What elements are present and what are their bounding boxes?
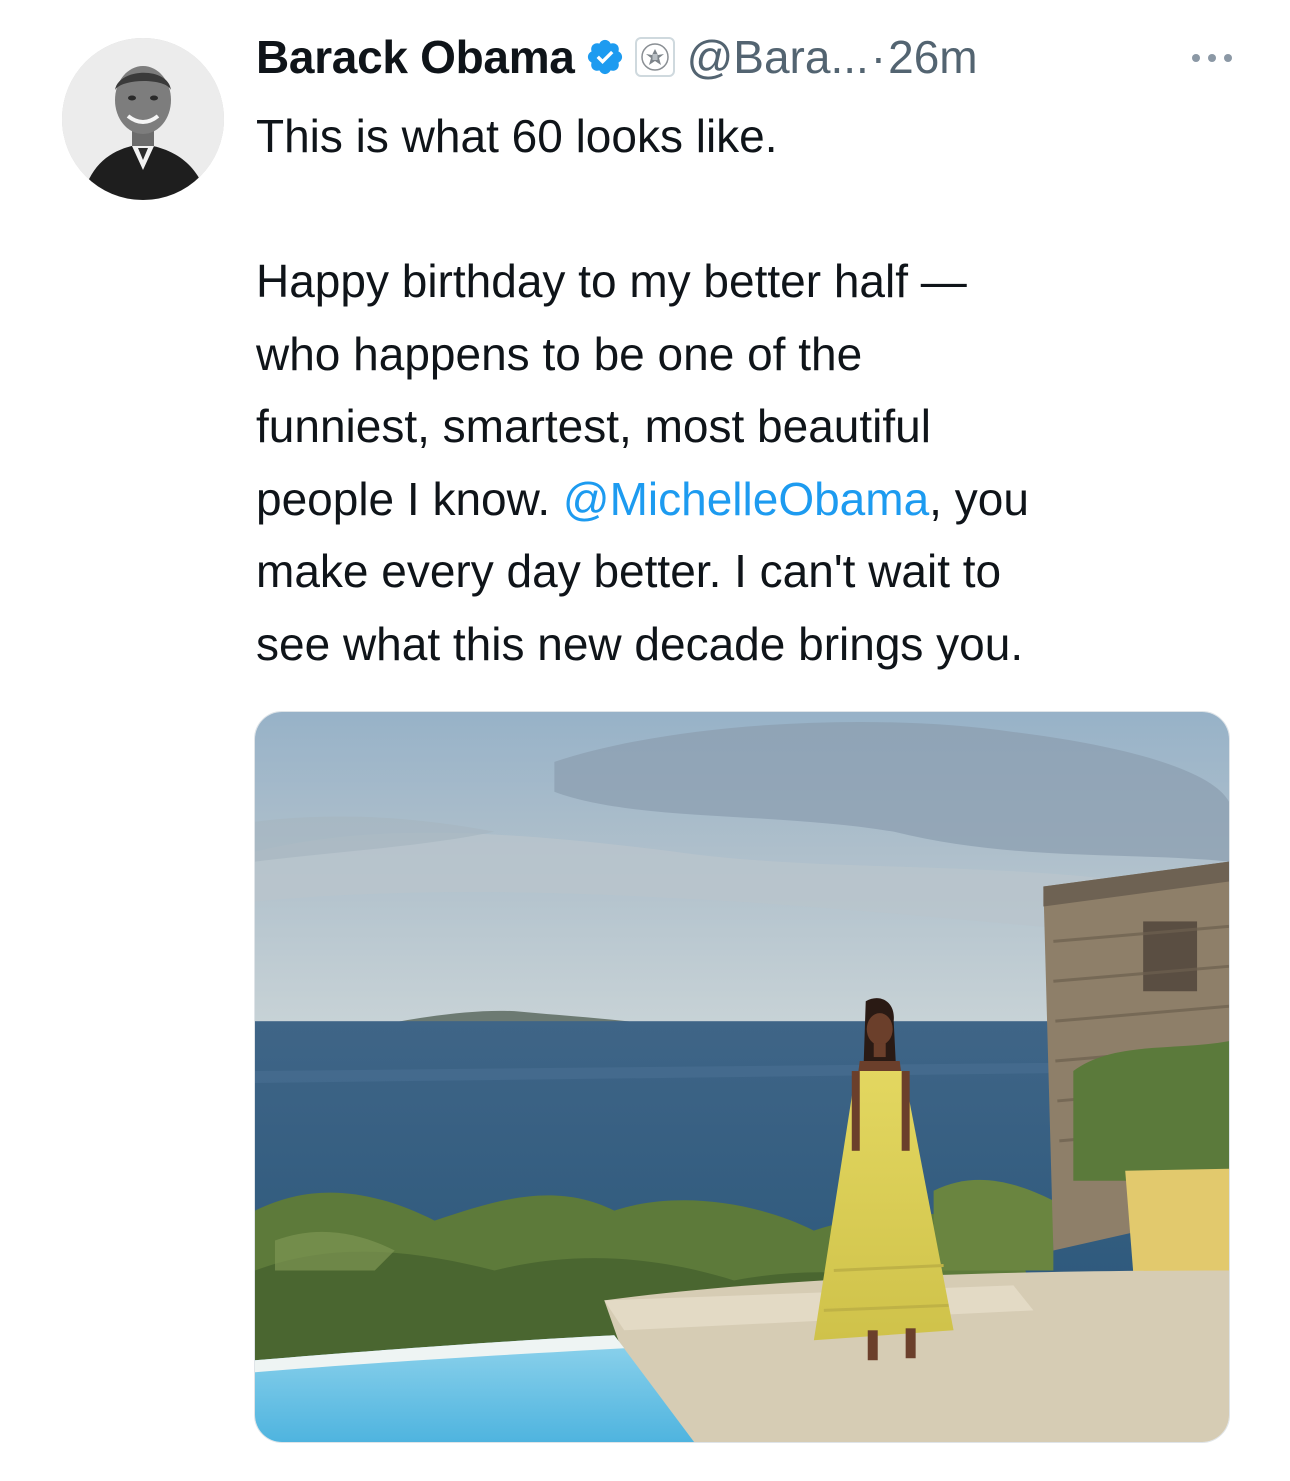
- verified-badge-icon[interactable]: [585, 37, 625, 77]
- text-segment: people I know.: [256, 472, 563, 525]
- text-segment: , you: [929, 472, 1029, 525]
- author-avatar[interactable]: [62, 38, 224, 200]
- tweet-timestamp[interactable]: 26m: [888, 30, 977, 84]
- avatar-photo: [62, 38, 224, 200]
- author-handle[interactable]: @Bara...: [687, 30, 869, 84]
- tweet-photo[interactable]: [254, 711, 1230, 1443]
- tweet-text-line: people I know. @MichelleObama, you: [256, 463, 1246, 536]
- mention-link[interactable]: @MichelleObama: [563, 473, 929, 525]
- photo-image: [255, 712, 1229, 1442]
- government-seal-icon[interactable]: [634, 37, 675, 77]
- tweet-text-line: Happy birthday to my better half —: [256, 255, 967, 307]
- dot-2: [1208, 54, 1216, 62]
- ellipsis-icon[interactable]: [1192, 52, 1232, 64]
- dot-1: [1192, 54, 1200, 62]
- tweet-text: This is what 60 looks like. Happy birthd…: [256, 100, 1246, 680]
- tweet[interactable]: Barack Obama @Bara... · 26m This is what…: [0, 0, 1290, 1481]
- tweet-text-line: This is what 60 looks like.: [256, 110, 778, 162]
- tweet-text-line: funniest, smartest, most beautiful: [256, 400, 931, 452]
- tweet-text-line: who happens to be one of the: [256, 327, 863, 380]
- tweet-header: Barack Obama @Bara... · 26m: [256, 26, 978, 88]
- author-name[interactable]: Barack Obama: [256, 30, 575, 84]
- tweet-text-line: see what this new decade brings you.: [256, 617, 1024, 670]
- separator-dot: ·: [870, 31, 887, 83]
- tweet-text-line: make every day better. I can't wait to: [256, 545, 1002, 597]
- dot-3: [1224, 54, 1232, 62]
